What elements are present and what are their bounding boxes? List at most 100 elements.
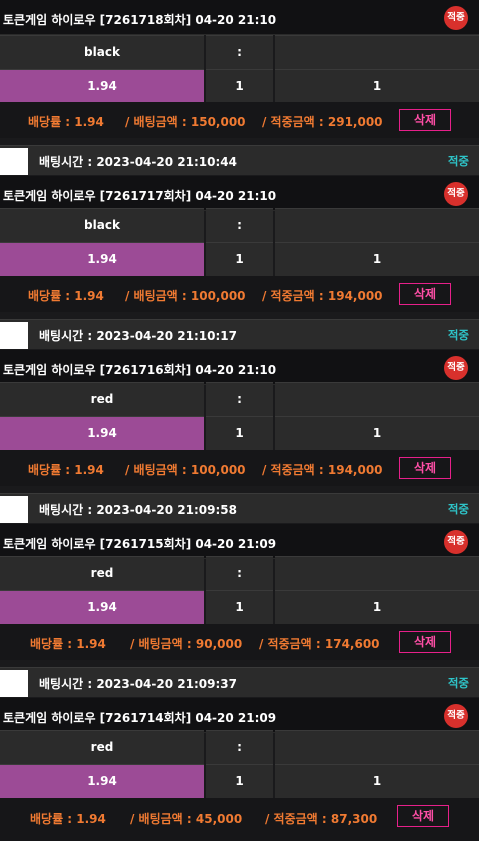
empty-cell [275,35,479,69]
right-value-cell: 1 [275,590,479,624]
bet-title-bar: 토큰게임 하이로우 [7261718회차] 04-20 21:10 적중 [0,0,479,35]
delete-button[interactable]: 삭제 [399,457,451,479]
separator-cell: : [206,382,273,416]
bet-time-bar: 배팅시간 : 2023-04-20 21:09:58 적중 [0,493,479,523]
select-checkbox[interactable] [0,670,28,697]
bet-time: 배팅시간 : 2023-04-20 21:09:37 [39,677,237,691]
select-checkbox[interactable] [0,496,28,523]
odds-row: 1.94 1 1 [0,416,479,451]
bet-amount-text: / 배팅금액 : 90,000 [130,637,243,651]
pick-cell: red [0,382,204,416]
empty-cell [275,208,479,242]
separator-cell: : [206,730,273,764]
bet-time-bar: 배팅시간 : 2023-04-20 21:10:44 적중 [0,145,479,175]
pick-row: red : [0,556,479,591]
hit-badge: 적중 [444,530,468,554]
delete-button[interactable]: 삭제 [399,283,451,305]
delete-button[interactable]: 삭제 [397,805,449,827]
bet-amount-text: / 배팅금액 : 150,000 [125,115,246,129]
win-amount-text: / 적중금액 : 87,300 [265,812,378,826]
bet-title: 토큰게임 하이로우 [7261716회차] 04-20 21:10 [3,363,277,377]
pick-cell: red [0,730,204,764]
delete-button[interactable]: 삭제 [399,631,451,653]
empty-cell [275,556,479,590]
win-amount-text: / 적중금액 : 174,600 [259,637,380,651]
hit-status: 적중 [447,676,469,690]
bet-info-bar: 배당률 : 1.94 / 배팅금액 : 90,000 / 적중금액 : 174,… [0,624,479,660]
bet-time: 배팅시간 : 2023-04-20 21:10:44 [39,155,237,169]
bet-title-bar: 토큰게임 하이로우 [7261715회차] 04-20 21:09 적중 [0,524,479,559]
odds-text: 배당률 : 1.94 [28,115,104,129]
hit-badge: 적중 [444,6,468,30]
bet-info-bar: 배당률 : 1.94 / 배팅금액 : 100,000 / 적중금액 : 194… [0,276,479,312]
win-amount-text: / 적중금액 : 291,000 [262,115,383,129]
left-value-cell: 1 [206,764,273,798]
left-value-cell: 1 [206,590,273,624]
odds-text: 배당률 : 1.94 [30,812,106,826]
delete-button[interactable]: 삭제 [399,109,451,131]
hit-status: 적중 [447,328,469,342]
odds-text: 배당률 : 1.94 [28,289,104,303]
bet-entry: 토큰게임 하이로우 [7261716회차] 04-20 21:10 적중 red… [0,350,479,488]
bet-entry: 토큰게임 하이로우 [7261718회차] 04-20 21:10 적중 bla… [0,0,479,138]
odds-cell: 1.94 [0,242,204,276]
odds-cell: 1.94 [0,416,204,450]
bet-title-bar: 토큰게임 하이로우 [7261714회차] 04-20 21:09 적중 [0,698,479,733]
bet-title: 토큰게임 하이로우 [7261717회차] 04-20 21:10 [3,189,277,203]
left-value-cell: 1 [206,242,273,276]
bet-time: 배팅시간 : 2023-04-20 21:10:17 [39,329,237,343]
odds-row: 1.94 1 1 [0,590,479,625]
bet-amount-text: / 배팅금액 : 45,000 [130,812,243,826]
bet-time-bar: 배팅시간 : 2023-04-20 21:10:17 적중 [0,319,479,349]
odds-row: 1.94 1 1 [0,69,479,104]
right-value-cell: 1 [275,416,479,450]
pick-row: black : [0,35,479,70]
bet-time-bar: 배팅시간 : 2023-04-20 21:09:37 적중 [0,667,479,697]
right-value-cell: 1 [275,764,479,798]
hit-badge: 적중 [444,182,468,206]
pick-cell: black [0,208,204,242]
left-value-cell: 1 [206,69,273,103]
bet-info-bar: 배당률 : 1.94 / 배팅금액 : 150,000 / 적중금액 : 291… [0,102,479,138]
bet-entry: 토큰게임 하이로우 [7261717회차] 04-20 21:10 적중 bla… [0,176,479,314]
hit-status: 적중 [447,502,469,516]
bet-entry: 토큰게임 하이로우 [7261714회차] 04-20 21:09 적중 red… [0,698,479,841]
empty-cell [275,730,479,764]
separator-cell: : [206,208,273,242]
hit-status: 적중 [447,154,469,168]
odds-text: 배당률 : 1.94 [28,463,104,477]
pick-cell: red [0,556,204,590]
bet-time: 배팅시간 : 2023-04-20 21:09:58 [39,503,237,517]
hit-badge: 적중 [444,356,468,380]
empty-cell [275,382,479,416]
right-value-cell: 1 [275,242,479,276]
bet-history-list: 토큰게임 하이로우 [7261718회차] 04-20 21:10 적중 bla… [0,0,479,841]
odds-cell: 1.94 [0,590,204,624]
bet-entry: 토큰게임 하이로우 [7261715회차] 04-20 21:09 적중 red… [0,524,479,662]
odds-cell: 1.94 [0,69,204,103]
win-amount-text: / 적중금액 : 194,000 [262,289,383,303]
odds-text: 배당률 : 1.94 [30,637,106,651]
separator-cell: : [206,35,273,69]
pick-row: red : [0,730,479,765]
left-value-cell: 1 [206,416,273,450]
bet-title: 토큰게임 하이로우 [7261718회차] 04-20 21:10 [3,13,277,27]
bet-title: 토큰게임 하이로우 [7261714회차] 04-20 21:09 [3,711,277,725]
pick-row: black : [0,208,479,243]
odds-row: 1.94 1 1 [0,242,479,277]
separator-cell: : [206,556,273,590]
bet-title: 토큰게임 하이로우 [7261715회차] 04-20 21:09 [3,537,277,551]
pick-cell: black [0,35,204,69]
win-amount-text: / 적중금액 : 194,000 [262,463,383,477]
select-checkbox[interactable] [0,322,28,349]
bet-title-bar: 토큰게임 하이로우 [7261716회차] 04-20 21:10 적중 [0,350,479,385]
bet-amount-text: / 배팅금액 : 100,000 [125,463,246,477]
bet-info-bar: 배당률 : 1.94 / 배팅금액 : 100,000 / 적중금액 : 194… [0,450,479,486]
hit-badge: 적중 [444,704,468,728]
bet-info-bar: 배당률 : 1.94 / 배팅금액 : 45,000 / 적중금액 : 87,3… [0,798,479,841]
select-checkbox[interactable] [0,148,28,175]
odds-cell: 1.94 [0,764,204,798]
bet-amount-text: / 배팅금액 : 100,000 [125,289,246,303]
pick-row: red : [0,382,479,417]
odds-row: 1.94 1 1 [0,764,479,799]
